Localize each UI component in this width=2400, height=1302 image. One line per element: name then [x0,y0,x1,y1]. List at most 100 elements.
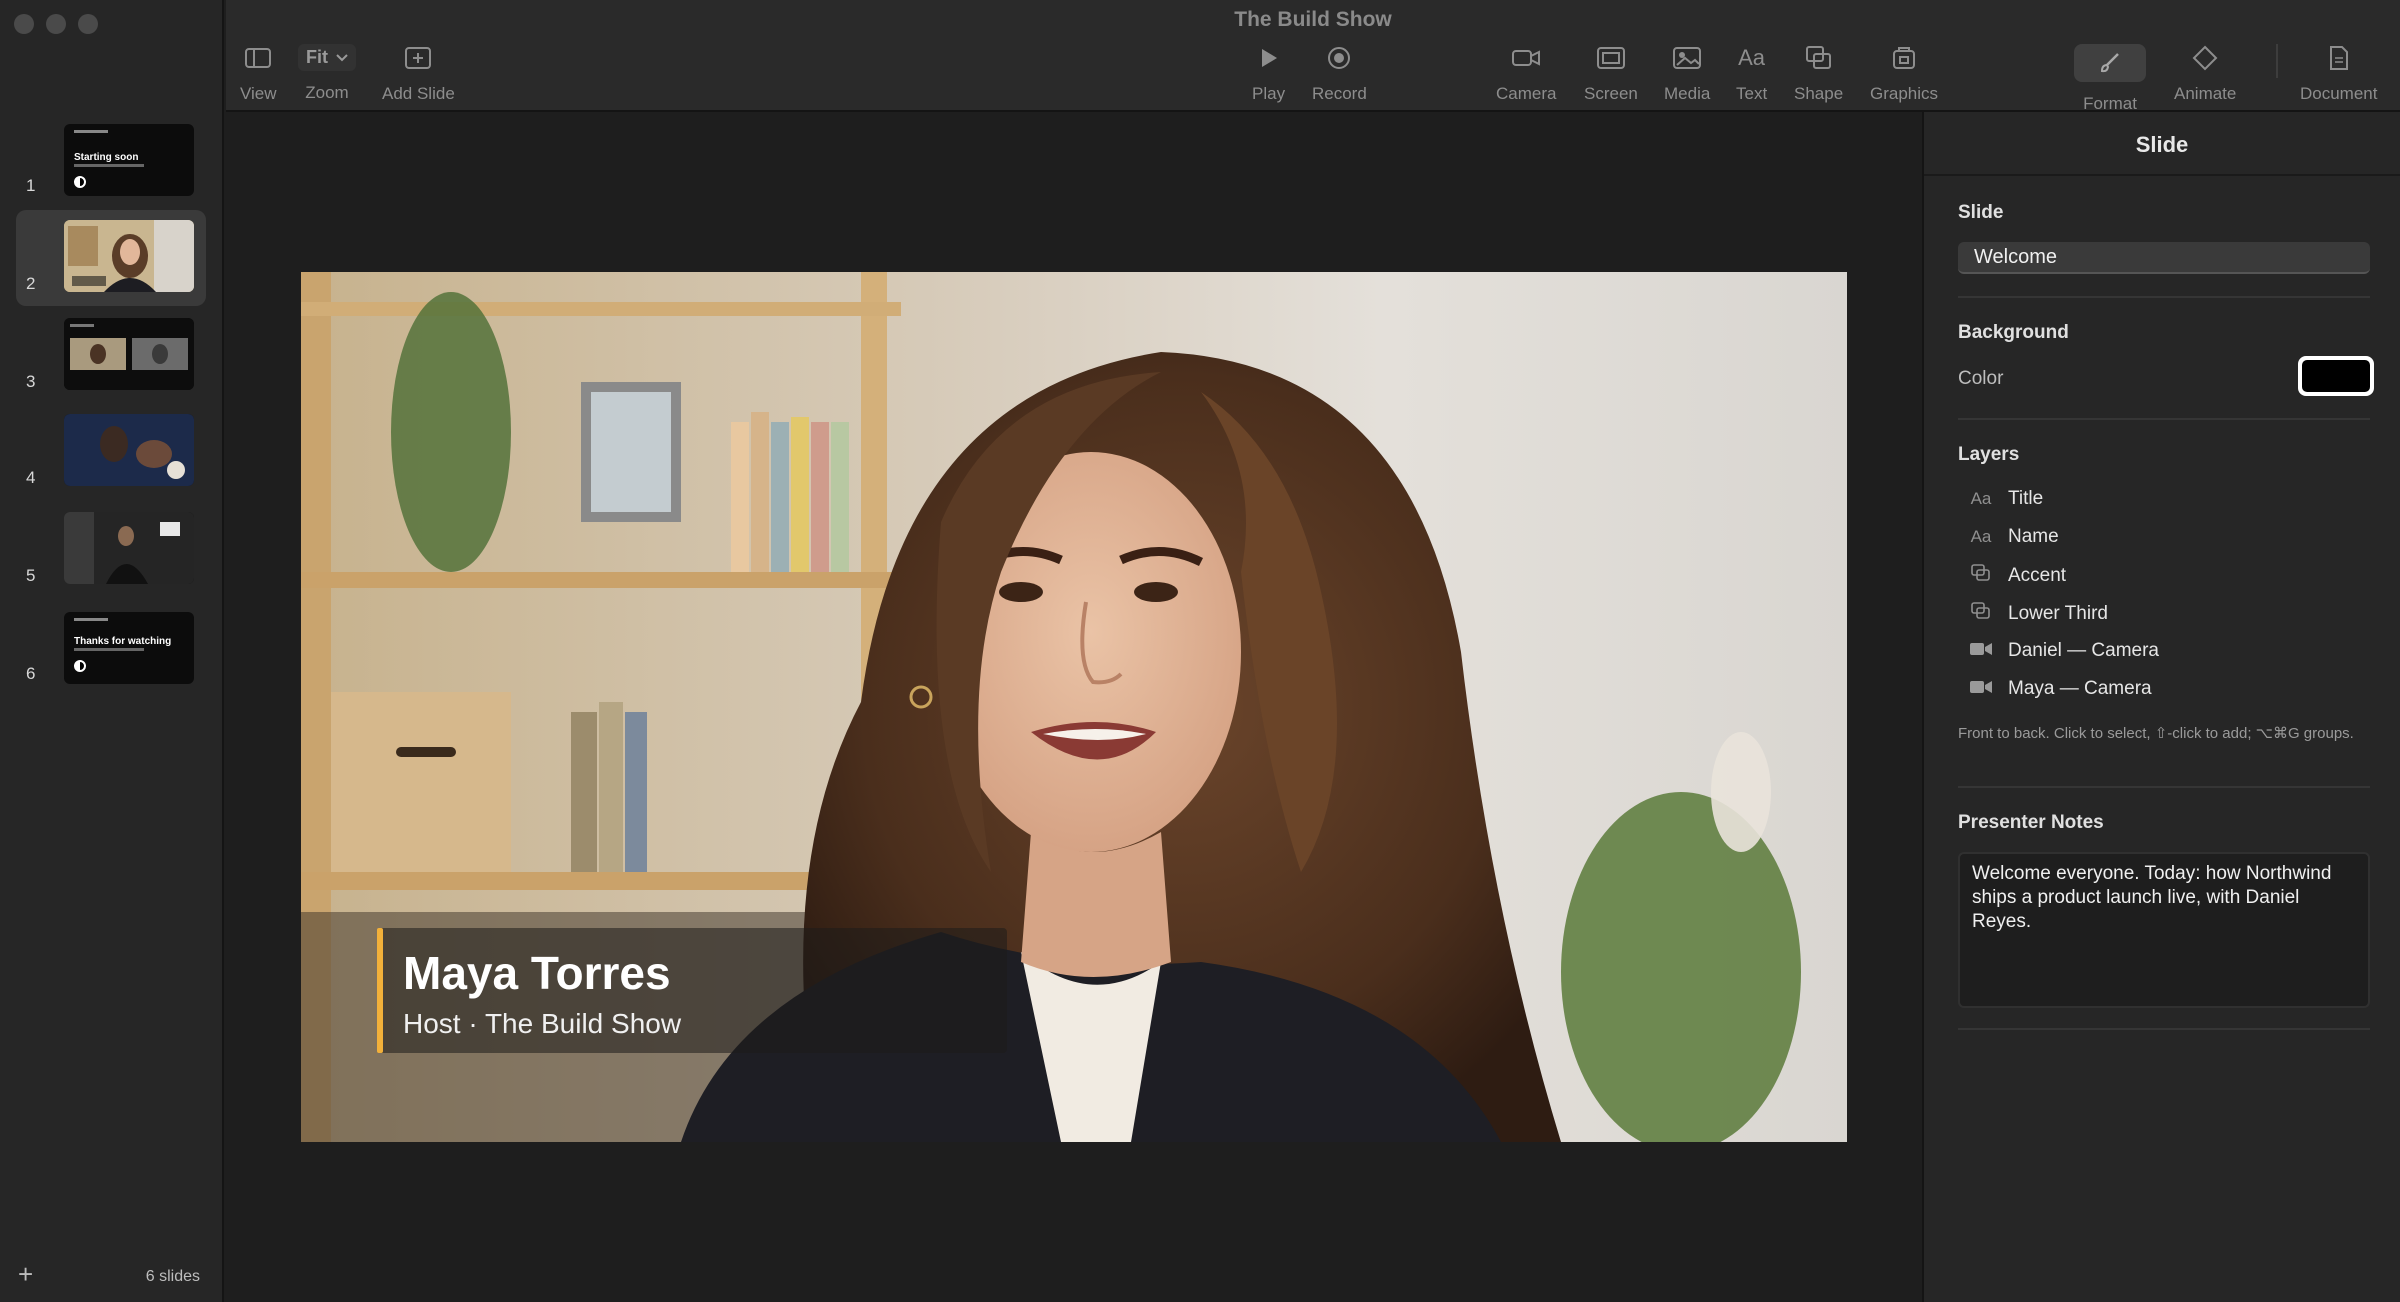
two-up-thumbnail-image [64,318,194,390]
camera-button[interactable]: Camera [1496,44,1556,104]
sidebar-icon [245,44,272,72]
logo-icon [74,660,86,672]
slide-number: 6 [26,664,36,683]
record-label: Record [1312,84,1367,103]
format-label: Format [2083,94,2137,113]
toolbar: The Build Show View Fit Zoom Add Slide P… [226,0,2400,114]
window-title: The Build Show [1234,8,1392,31]
zoom-label: Zoom [305,83,349,102]
slide-preview[interactable]: Maya Torres Host · The Build Show [301,272,1847,1142]
slide-thumbnail-4[interactable] [64,414,194,486]
slide-number: 2 [26,274,36,293]
screen-icon [1596,44,1625,72]
background-color-well[interactable] [2298,356,2374,396]
lower-third[interactable]: Maya Torres Host · The Build Show [377,928,1007,1053]
divider [1958,1028,2370,1030]
shape-icon [1805,44,1832,72]
screen-label: Screen [1584,84,1638,103]
slide-name-field[interactable]: Welcome [1958,242,2370,274]
add-slide-icon [405,44,432,72]
document-label: Document [2300,84,2378,103]
media-thumbnail-image [64,414,194,486]
presenter-notes-field[interactable]: Welcome everyone. Today: how Northwind s… [1958,852,2370,1008]
animate-button[interactable]: Animate [2174,44,2236,104]
divider [1958,296,2370,298]
shape-label: Shape [1794,84,1844,103]
graphics-icon [1892,44,1916,72]
text-icon: Aa [1970,489,1992,508]
shape-icon [1968,602,1994,625]
layer-name: Title [2008,488,2044,509]
layers-section-title: Layers [1958,444,2020,465]
layer-name: Maya — Camera [2008,678,2152,699]
screen-button[interactable]: Screen [1584,44,1638,104]
text-icon: Aa [1738,45,1766,70]
media-button[interactable]: Media [1664,44,1710,104]
graphics-button[interactable]: Graphics [1870,44,1938,104]
shape-button[interactable]: Shape [1794,44,1843,104]
diamond-icon [2192,44,2218,72]
lower-third-name[interactable]: Maya Torres [403,946,671,1000]
camera-icon [1512,44,1541,72]
zoom-button[interactable]: Fit Zoom [298,44,356,103]
color-label: Color [1958,368,2004,389]
layer-title[interactable]: Aa Title [1968,488,2044,510]
chevron-down-icon [336,53,348,61]
document-button[interactable]: Document [2300,44,2377,104]
play-label: Play [1252,84,1286,103]
slide-navigator: 1 Starting soon 2 3 4 5 6 Thanks for wat… [0,0,224,1302]
window-controls [14,14,98,34]
camera-label: Camera [1496,84,1557,103]
graphics-label: Graphics [1870,84,1939,103]
thumbnail-title: Thanks for watching [74,636,172,647]
add-slide-icon[interactable]: + [18,1259,33,1290]
thumbnail-decoration [74,130,108,133]
divider [1958,418,2370,420]
slide-thumbnail-2[interactable] [64,220,194,292]
presenter-notes-title: Presenter Notes [1958,812,2104,833]
divider [1924,174,2400,176]
lower-third-title[interactable]: Host · The Build Show [403,1008,681,1040]
slide-number: 3 [26,372,36,391]
logo-icon [74,176,86,188]
record-icon [1327,44,1351,72]
layer-maya-camera[interactable]: Maya — Camera [1968,678,2152,700]
thumbnail-decoration [74,618,108,621]
slide-number: 5 [26,566,36,585]
slide-thumbnail-3[interactable] [64,318,194,390]
thumbnail-title: Starting soon [74,152,139,163]
format-button[interactable]: Format [2074,44,2146,114]
thumbnail-subtitle-line [74,164,144,167]
slide-canvas: Maya Torres Host · The Build Show [226,112,1922,1302]
thumbnail-subtitle-line [74,648,144,651]
add-slide-button[interactable]: Add Slide [382,44,455,104]
slide-thumbnail-1[interactable]: Starting soon [64,124,194,196]
camera-thumbnail-image [64,220,194,292]
shape-icon [1968,564,1994,587]
media-thumbnail-image [64,512,194,584]
layer-accent[interactable]: Accent [1968,564,2066,587]
zoom-select[interactable]: Fit [298,44,356,71]
divider [1958,786,2370,788]
layer-name-text[interactable]: Aa Name [1968,526,2059,548]
view-button[interactable]: View [240,44,277,104]
close-window-button[interactable] [14,14,34,34]
media-label: Media [1664,84,1711,103]
record-button[interactable]: Record [1312,44,1367,104]
play-icon [1260,44,1278,72]
animate-label: Animate [2174,84,2237,103]
zoom-window-button[interactable] [78,14,98,34]
accent-bar [377,928,383,1053]
toolbar-divider [2276,44,2278,78]
zoom-value: Fit [306,47,328,67]
color-swatch-fill [2302,360,2370,392]
slide-number: 1 [26,176,36,195]
layer-daniel-camera[interactable]: Daniel — Camera [1968,640,2159,662]
layer-lower-third[interactable]: Lower Third [1968,602,2108,625]
slide-thumbnail-6[interactable]: Thanks for watching [64,612,194,684]
minimize-window-button[interactable] [46,14,66,34]
play-button[interactable]: Play [1252,44,1285,104]
slide-thumbnail-5[interactable] [64,512,194,584]
text-button[interactable]: Aa Text [1736,44,1767,104]
layer-name: Lower Third [2008,602,2108,624]
